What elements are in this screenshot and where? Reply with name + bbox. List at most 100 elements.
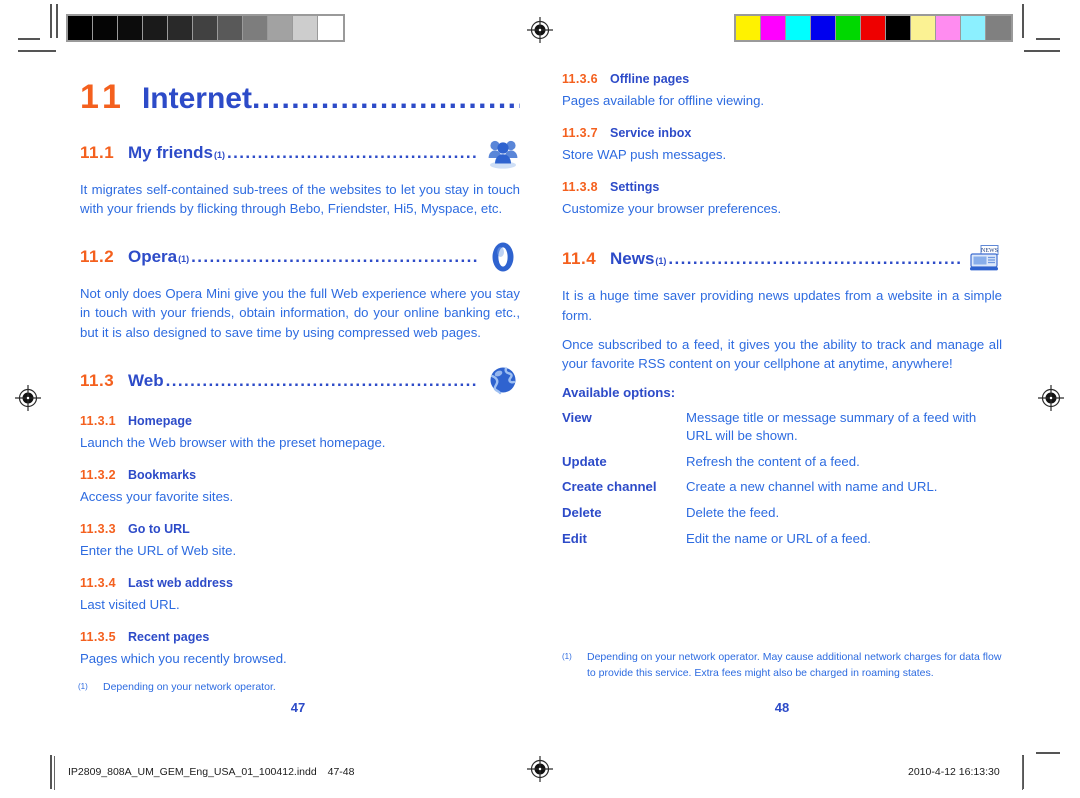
slug-rule-left: [54, 756, 55, 790]
section-body-opera: Not only does Opera Mini give you the fu…: [80, 286, 520, 340]
chapter-title-text: Internet: [141, 84, 252, 114]
subsection-number: 11.3.4: [80, 576, 116, 591]
slug-rule-right: [1022, 756, 1023, 790]
crop-mark-tl-v: [50, 4, 52, 38]
chapter-number: 11: [80, 78, 126, 116]
grayscale-patch-9: [293, 16, 318, 40]
footnote-reference: (1): [214, 150, 226, 160]
option-key: Create channel: [562, 479, 657, 495]
section-title-text: Web: [128, 370, 164, 390]
subsection-heading-go-to-url[interactable]: 11.3.3 Go to URL: [80, 522, 520, 536]
option-desc: Edit the name or URL of a feed.: [686, 531, 871, 547]
section-number: 11.2: [80, 247, 115, 267]
subsection-heading-last-web-address[interactable]: 11.3.4 Last web address: [80, 576, 520, 590]
available-options-label: Available options:: [562, 384, 676, 400]
globe-icon: [486, 364, 520, 398]
section-heading-news[interactable]: 11.4 News (1)............................…: [562, 242, 1002, 276]
subsection-title: Go to URL: [128, 521, 190, 536]
slug-filename: IP2809_808A_UM_GEM_Eng_USA_01_100412.ind…: [68, 766, 354, 778]
subsection-title: Recent pages: [128, 630, 210, 645]
color-patch-8: [936, 16, 961, 40]
subsection-title: Last web address: [128, 576, 233, 591]
color-patch-5: [861, 16, 886, 40]
table-row: Edit Edit the name or URL of a feed.: [562, 529, 1002, 555]
grayscale-step-wedge: [66, 14, 345, 42]
option-desc: Message title or message summary of a fe…: [686, 409, 977, 443]
section-title-text: My friends: [128, 143, 214, 162]
registration-target-icon-top: [527, 17, 553, 43]
svg-text:NEWS: NEWS: [981, 248, 998, 254]
section-body-my-friends: It migrates self-contained sub-trees of …: [80, 182, 520, 217]
grayscale-patch-2: [118, 16, 143, 40]
table-row: View Message title or message summary of…: [562, 408, 1002, 452]
subsection-heading-service-inbox[interactable]: 11.3.7 Service inbox: [562, 126, 1002, 140]
registration-target-icon-left: [15, 385, 41, 411]
color-patch-10: [986, 16, 1011, 40]
crop-mark-tl-h: [18, 38, 40, 40]
crop-mark-tr-h2: [1024, 50, 1060, 52]
page-number-right: 48: [774, 700, 790, 715]
table-row: Delete Delete the feed.: [562, 503, 1002, 529]
grayscale-patch-7: [243, 16, 268, 40]
grayscale-patch-6: [218, 16, 243, 40]
subsection-body: Pages which you recently browsed.: [80, 651, 287, 667]
subsection-body: Store WAP push messages.: [562, 147, 727, 163]
subsection-body: Access your favorite sites.: [80, 488, 234, 504]
section-heading-opera[interactable]: 11.2 Opera (1)...........................…: [80, 240, 520, 274]
footnote-mark: (1): [78, 682, 88, 691]
subsection-number: 11.3.8: [562, 180, 598, 195]
subsection-heading-recent-pages[interactable]: 11.3.5 Recent pages: [80, 630, 520, 644]
section-leader-dots: ........................................…: [165, 370, 478, 390]
section-title-row: Opera (1)................................…: [128, 247, 478, 267]
section-heading-my-friends[interactable]: 11.1 My friends (1)......................…: [80, 136, 520, 170]
color-patch-2: [786, 16, 811, 40]
subsection-heading-offline-pages[interactable]: 11.3.6 Offline pages: [562, 72, 1002, 86]
subsection-title: Service inbox: [610, 126, 692, 141]
section-leader-dots: ........................................…: [668, 249, 960, 269]
grayscale-patch-4: [168, 16, 193, 40]
table-row: Update Refresh the content of a feed.: [562, 452, 1002, 478]
chapter-leader-dots: ................................: [251, 84, 520, 114]
options-table: View Message title or message summary of…: [562, 408, 1002, 555]
footnote-mark: (1): [562, 652, 572, 661]
option-desc: Create a new channel with name and URL.: [686, 479, 938, 495]
section-leader-dots: ........................................…: [227, 143, 478, 162]
footnote-reference: (1): [178, 254, 190, 265]
section-number: 11.3: [80, 370, 115, 390]
subsection-number: 11.3.5: [80, 630, 116, 645]
grayscale-patch-5: [193, 16, 218, 40]
subsection-heading-settings[interactable]: 11.3.8 Settings: [562, 180, 1002, 194]
subsection-number: 11.3.7: [562, 126, 598, 141]
subsection-body: Launch the Web browser with the preset h…: [80, 434, 386, 450]
subsection-title: Offline pages: [610, 72, 690, 86]
news-icon: NEWS: [968, 242, 1002, 276]
subsection-title: Bookmarks: [128, 467, 197, 482]
grayscale-patch-3: [143, 16, 168, 40]
slug-filename-text: IP2809_808A_UM_GEM_Eng_USA_01_100412.ind…: [68, 766, 317, 778]
grayscale-patch-8: [268, 16, 293, 40]
subsection-body: Last visited URL.: [80, 597, 180, 613]
subsection-block-1: 11.3.1 Homepage Launch the Web browser w…: [80, 414, 520, 669]
footnote-reference: (1): [655, 256, 667, 267]
subsection-title: Homepage: [128, 413, 192, 428]
subsection-heading-bookmarks[interactable]: 11.3.2 Bookmarks: [80, 468, 520, 482]
grayscale-patch-0: [68, 16, 93, 40]
registration-target-icon-right: [1038, 385, 1064, 411]
slug-page-range: 47-48: [327, 766, 355, 778]
opera-icon: [486, 240, 520, 274]
crop-mark-tl-h2: [18, 50, 56, 52]
color-patch-4: [836, 16, 861, 40]
color-patch-bar: [734, 14, 1013, 42]
subsection-heading-homepage[interactable]: 11.3.1 Homepage: [80, 414, 520, 428]
slug-bar: IP2809_808A_UM_GEM_Eng_USA_01_100412.ind…: [0, 752, 1080, 798]
slug-timestamp: 2010-4-12 16:13:30: [908, 766, 1000, 778]
grayscale-patch-10: [318, 16, 343, 40]
table-row: Create channel Create a new channel with…: [562, 477, 1002, 503]
subsection-body: Customize your browser preferences.: [562, 201, 782, 217]
option-key: Update: [562, 453, 607, 469]
grayscale-patch-1: [93, 16, 118, 40]
section-heading-web[interactable]: 11.3 Web................................…: [80, 364, 520, 398]
color-patch-3: [811, 16, 836, 40]
section-body-news-2: Once subscribed to a feed, it gives you …: [562, 336, 1002, 371]
page-number-left: 47: [290, 700, 306, 715]
